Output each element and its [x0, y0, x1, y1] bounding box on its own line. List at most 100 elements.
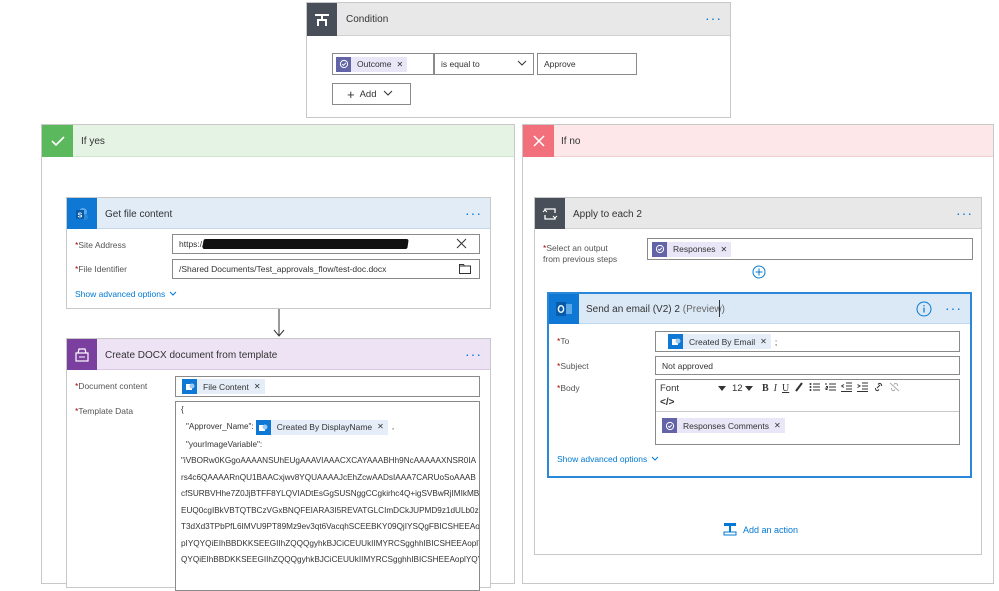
sharepoint-icon: S: [67, 198, 97, 229]
create-docx-header[interactable]: Create DOCX document from template ···: [67, 339, 490, 370]
decrease-indent-icon[interactable]: [840, 382, 853, 395]
subject-input[interactable]: Not approved: [655, 356, 960, 375]
add-button[interactable]: + Add: [332, 83, 411, 105]
apply-to-each-card: Apply to each 2 ··· *Select an output fr…: [534, 197, 982, 555]
condition-value: Approve: [544, 59, 576, 69]
create-docx-more-icon[interactable]: ···: [465, 347, 482, 361]
clear-icon[interactable]: [456, 238, 467, 251]
to-label: *To: [557, 336, 570, 346]
add-action-label: Add an action: [743, 525, 799, 535]
outcome-token[interactable]: Outcome ✕: [336, 56, 408, 72]
remove-token-icon[interactable]: ✕: [397, 60, 404, 69]
add-action-button[interactable]: Add an action: [723, 522, 798, 538]
condition-header[interactable]: Condition ···: [307, 3, 730, 36]
subject-value: Not approved: [662, 360, 714, 371]
created-by-displayname-token[interactable]: Created By DisplayName ✕: [255, 419, 388, 436]
get-file-content-card: S Get file content ··· *Site Address htt…: [66, 197, 491, 309]
condition-right-operand[interactable]: Approve: [537, 53, 637, 75]
body-separator: [656, 411, 959, 412]
template-line: T3dXd3TPbPfL6IMVU9PT89Mz9ev3qt6VacqhSCEE…: [181, 522, 480, 531]
condition-icon: [307, 3, 337, 36]
link-icon[interactable]: [873, 382, 884, 395]
increase-indent-icon[interactable]: [857, 382, 869, 395]
chevron-down-icon: [651, 454, 659, 464]
outcome-token-label: Outcome: [357, 59, 392, 69]
body-toolbar: Font 12 B I U: [656, 380, 959, 396]
file-content-token-label: File Content: [203, 381, 249, 392]
send-email-more-icon[interactable]: ···: [945, 301, 962, 315]
template-line: rs4c6QAAAARnQU1BAACxjwv8YQUAAAAJcEhZcwAA…: [181, 472, 476, 482]
condition-operator-select[interactable]: is equal to: [434, 53, 534, 75]
site-address-input[interactable]: https://: [172, 234, 480, 254]
site-address-label: *Site Address: [75, 240, 127, 250]
info-icon[interactable]: [916, 301, 932, 317]
body-label: *Body: [557, 383, 580, 393]
add-action-icon: [723, 522, 737, 538]
loop-icon: [535, 198, 565, 229]
responses-comments-token[interactable]: Responses Comments ✕: [662, 418, 785, 433]
chevron-down-icon: [383, 89, 393, 99]
apply-to-each-title: Apply to each 2: [573, 209, 642, 220]
template-icon: [67, 339, 97, 370]
site-address-value: https://: [179, 239, 205, 249]
plus-icon: +: [347, 86, 355, 102]
remove-token-icon[interactable]: ✕: [254, 382, 261, 391]
to-separator: ;: [774, 336, 778, 347]
get-file-content-header[interactable]: S Get file content ···: [67, 198, 490, 229]
get-file-more-icon[interactable]: ···: [465, 206, 482, 220]
file-identifier-input[interactable]: /Shared Documents/Test_approvals_flow/te…: [172, 259, 480, 279]
send-email-card: Send an email (V2) 2 (Preview) ··· *To C…: [547, 292, 972, 478]
template-data-input[interactable]: { "Approver_Name": Created By DisplayNam…: [175, 401, 480, 591]
folder-icon[interactable]: [459, 264, 471, 276]
body-editor[interactable]: Font 12 B I U </> Responses Comments ✕: [655, 379, 960, 445]
code-view-icon[interactable]: </>: [660, 397, 674, 408]
responses-token[interactable]: Responses ✕: [652, 241, 732, 257]
template-line: {: [181, 405, 184, 414]
select-output-label: *Select an output: [543, 243, 608, 253]
condition-more-icon[interactable]: ···: [705, 11, 722, 25]
bulleted-list-icon[interactable]: [809, 382, 821, 395]
chevron-down-icon: [517, 59, 527, 69]
italic-icon[interactable]: I: [774, 383, 777, 394]
send-email-advanced-options-link[interactable]: Show advanced options: [557, 454, 659, 464]
get-file-advanced-options-link[interactable]: Show advanced options: [75, 289, 177, 299]
apply-each-more-icon[interactable]: ···: [956, 206, 973, 220]
yes-branch-header[interactable]: If yes: [42, 125, 514, 157]
numbered-list-icon[interactable]: [825, 382, 837, 395]
font-select[interactable]: Font: [660, 383, 732, 394]
no-branch-header[interactable]: If no: [523, 125, 993, 157]
document-content-input[interactable]: File Content ✕: [175, 376, 480, 397]
insert-step-plus-icon[interactable]: [752, 265, 766, 279]
subject-label: *Subject: [557, 361, 589, 371]
to-input[interactable]: Created By Email ✕ ;: [655, 331, 960, 352]
created-by-email-token-label: Created By Email: [689, 336, 756, 347]
font-size-select[interactable]: 12: [732, 383, 762, 394]
underline-icon[interactable]: U: [782, 383, 789, 394]
condition-title: Condition: [346, 14, 389, 25]
highlight-icon[interactable]: [794, 381, 804, 395]
approvals-icon: [662, 418, 677, 433]
x-icon: [523, 125, 554, 157]
outlook-icon: [549, 294, 579, 324]
body-content[interactable]: Responses Comments ✕: [662, 418, 789, 433]
template-line: "iVBORw0KGgoAAAANSUhEUgAAAVIAAACXCAYAAAB…: [181, 456, 477, 465]
flow-arrow: [272, 309, 286, 338]
select-output-input[interactable]: Responses ✕: [647, 238, 973, 260]
template-line: "yourImageVariable":: [186, 439, 263, 449]
condition-left-operand[interactable]: Outcome ✕: [332, 53, 434, 75]
bold-icon[interactable]: B: [762, 383, 769, 394]
apply-to-each-header[interactable]: Apply to each 2 ···: [535, 198, 981, 229]
unlink-icon[interactable]: [889, 382, 900, 395]
remove-token-icon[interactable]: ✕: [721, 245, 728, 254]
template-line: EUQ0cgIBkVBTQTBCzVGxBNQFEIARA3I5REVATGLC…: [181, 505, 480, 515]
remove-token-icon[interactable]: ✕: [760, 337, 767, 346]
created-by-email-token[interactable]: Created By Email ✕: [668, 334, 771, 349]
template-data-label: *Template Data: [75, 406, 134, 416]
send-email-header[interactable]: Send an email (V2) 2 (Preview) ···: [549, 294, 970, 324]
check-icon: [42, 125, 73, 157]
remove-token-icon[interactable]: ✕: [774, 421, 781, 430]
remove-token-icon[interactable]: ✕: [377, 419, 384, 436]
yes-branch-title: If yes: [81, 136, 105, 147]
sharepoint-icon: [182, 379, 197, 394]
file-content-token[interactable]: File Content ✕: [182, 379, 265, 394]
